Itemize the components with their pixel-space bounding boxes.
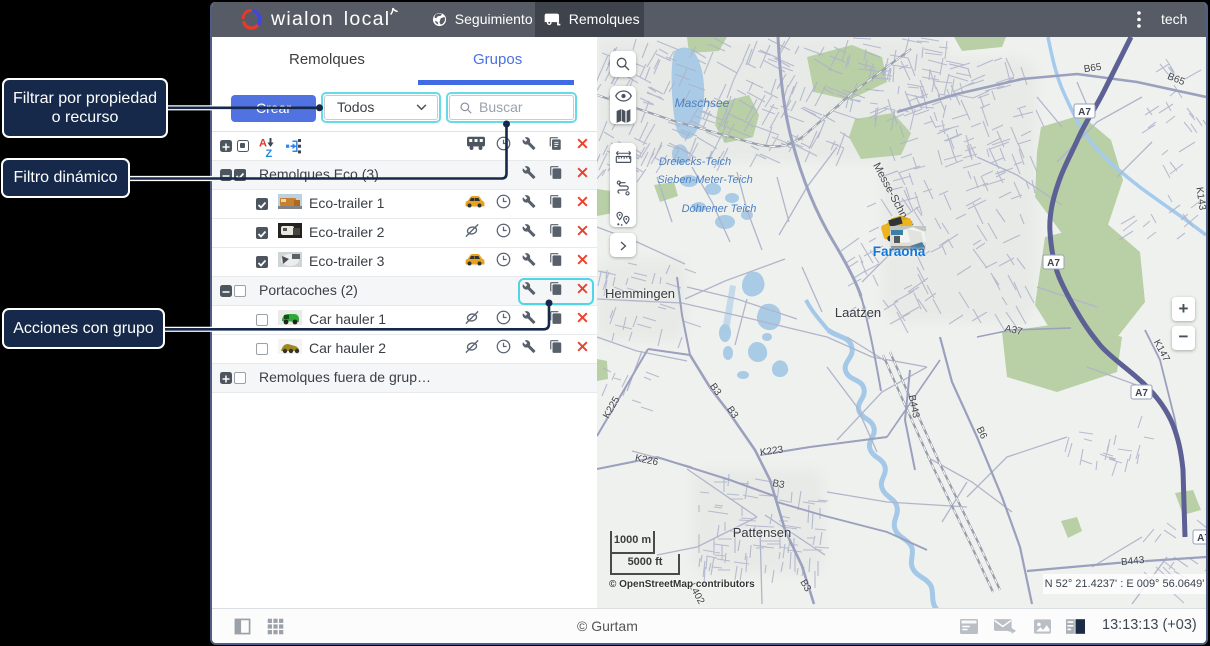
svg-text:Döhrener Teich: Döhrener Teich xyxy=(682,203,757,215)
svg-text:Dreiecks-Teich: Dreiecks-Teich xyxy=(659,156,731,168)
svg-text:Z: Z xyxy=(266,148,273,157)
svg-text:Laatzen: Laatzen xyxy=(835,305,881,320)
svg-text:A7: A7 xyxy=(1047,258,1060,269)
svg-text:A7: A7 xyxy=(1078,107,1091,118)
svg-text:Pattensen: Pattensen xyxy=(733,525,792,540)
svg-text:Maschsee: Maschsee xyxy=(675,96,730,110)
svg-text:B3: B3 xyxy=(771,478,785,491)
svg-text:Faraona: Faraona xyxy=(873,244,926,259)
svg-text:Hemmingen: Hemmingen xyxy=(605,286,675,301)
svg-text:A7: A7 xyxy=(1197,533,1206,544)
svg-text:Sieben-Meter-Teich: Sieben-Meter-Teich xyxy=(657,174,752,186)
svg-text:A7: A7 xyxy=(1135,388,1148,399)
